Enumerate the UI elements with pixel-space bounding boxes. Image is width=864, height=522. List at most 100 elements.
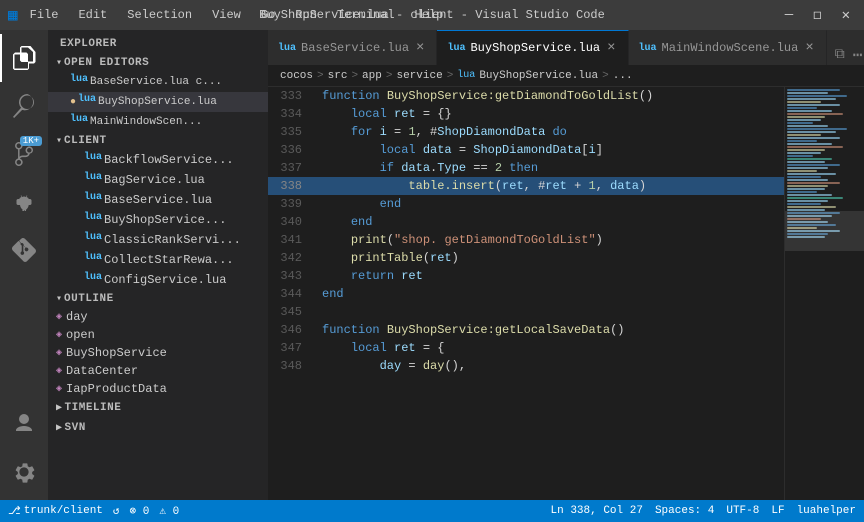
sidebar-item-backflowservice[interactable]: lua BackflowService... [48,150,268,170]
code-line-337: 337 if data.Type == 2 then [268,159,784,177]
outline-arrow-icon: ▾ [56,293,62,305]
line-number-337: 337 [268,159,318,177]
svn-title: SVN [65,422,86,434]
spaces-info: Spaces: 4 [655,505,714,517]
sidebar-item-bagservice[interactable]: lua BagService.lua [48,170,268,190]
menu-edit[interactable]: Edit [74,6,111,24]
language-status[interactable]: luahelper [797,505,856,517]
spaces-status[interactable]: Spaces: 4 [655,505,714,517]
outline-item-day[interactable]: ◈ day [48,308,268,326]
more-actions-button[interactable]: ⋯ [853,45,863,65]
errors-status[interactable]: ⊗ 0 [130,504,150,518]
close-button[interactable]: ✕ [836,5,856,26]
lua-file-icon-7: lua [84,212,100,228]
outline-title: OUTLINE [64,293,114,305]
outline-symbol-icon-5: ◈ [56,383,62,395]
outline-item-buyshopservice[interactable]: ◈ BuyShopService [48,344,268,362]
tab-mainwindow[interactable]: lua MainWindowScene.lua × [629,30,827,65]
tab-baseservice-icon: lua [278,43,296,54]
extensions-activity-icon[interactable] [0,226,48,274]
tab-mainwindow-close-button[interactable]: × [803,40,815,56]
tab-baseservice[interactable]: lua BaseService.lua × [268,30,437,65]
outline-item-datacenter[interactable]: ◈ DataCenter [48,362,268,380]
code-line-338: 338 table.insert(ret, #ret + 1, data) [268,177,784,195]
sidebar-item-baseservice[interactable]: lua BaseService.lua [48,190,268,210]
outline-item-open[interactable]: ◈ open [48,326,268,344]
menu-view[interactable]: View [208,6,245,24]
branch-status[interactable]: ⎇ trunk/client [8,504,103,518]
sidebar-item-collectstarreward[interactable]: lua CollectStarRewa... [48,250,268,270]
tab-buyshopservice[interactable]: lua BuyShopService.lua × [437,30,628,65]
breadcrumb-ellipsis[interactable]: ... [613,70,633,82]
position-status[interactable]: Ln 338, Col 27 [551,505,643,517]
status-bar-left: ⎇ trunk/client ↺ ⊗ 0 ⚠ 0 [8,504,179,518]
breadcrumb-cocos[interactable]: cocos [280,70,313,82]
lua-file-icon-8: lua [84,232,100,248]
classicrankservice-label: ClassicRankServi... [104,233,241,247]
line-number-342: 342 [268,249,318,267]
open-editor-mainwindow[interactable]: lua MainWindowScen... [48,112,268,132]
open-editors-header[interactable]: ▾ OPEN EDITORS [48,54,268,72]
cursor-position: Ln 338, Col 27 [551,505,643,517]
breadcrumb-app[interactable]: app [362,70,382,82]
tab-buyshopservice-close-button[interactable]: × [605,40,617,56]
sidebar-item-classicrankservice[interactable]: lua ClassicRankServi... [48,230,268,250]
encoding-status[interactable]: UTF-8 [726,505,759,517]
menu-selection[interactable]: Selection [123,6,196,24]
breadcrumb-filename[interactable]: BuyShopService.lua [479,70,598,82]
code-line-344: 344 end [268,285,784,303]
open-editor-buyshopservice[interactable]: ● lua BuyShopService.lua [48,92,268,112]
menu-file[interactable]: File [26,6,63,24]
debug-activity-icon[interactable] [0,178,48,226]
minimap [784,87,864,500]
open-editors-arrow-icon: ▾ [56,57,62,69]
outline-header[interactable]: ▾ OUTLINE [48,290,268,308]
code-line-334: 334 local ret = {} [268,105,784,123]
minimize-button[interactable]: — [779,5,799,26]
explorer-activity-icon[interactable] [0,34,48,82]
line-number-340: 340 [268,213,318,231]
line-content-335: for i = 1, #ShopDiamondData do [318,123,784,141]
source-control-badge: 1K+ [20,136,42,146]
breadcrumb-service[interactable]: service [396,70,442,82]
timeline-header[interactable]: ▶ TIMELINE [48,398,268,418]
line-content-345 [318,303,784,321]
line-content-348: day = day(), [318,357,784,375]
breadcrumb-src[interactable]: src [328,70,348,82]
line-number-338: 338 [268,177,318,195]
maximize-button[interactable]: ◻ [807,5,827,26]
client-section-header[interactable]: ▾ CLIENT [48,132,268,150]
git-branch-icon: ⎇ [8,504,21,518]
status-bar: ⎇ trunk/client ↺ ⊗ 0 ⚠ 0 Ln 338, Col 27 … [0,500,864,522]
outline-item-iapproductdata[interactable]: ◈ IapProductData [48,380,268,398]
open-editor-baseservice[interactable]: lua BaseService.lua c... [48,72,268,92]
language-info: luahelper [797,505,856,517]
branch-name: trunk/client [24,505,103,517]
outline-buyshopservice-label: BuyShopService [66,346,167,360]
settings-activity-icon[interactable] [0,448,48,496]
outline-iapproductdata-label: IapProductData [66,382,167,396]
sync-status[interactable]: ↺ [113,504,120,518]
code-editor[interactable]: 333 function BuyShopService:getDiamondTo… [268,87,784,500]
line-content-338: table.insert(ret, #ret + 1, data) [318,177,784,195]
line-ending-status[interactable]: LF [771,505,784,517]
outline-open-label: open [66,328,95,342]
configservice-label: ConfigService.lua [104,273,226,287]
line-content-333: function BuyShopService:getDiamondToGold… [318,87,784,105]
account-activity-icon[interactable] [0,400,48,448]
breadcrumb-sep-5: > [602,70,609,82]
code-line-342: 342 printTable(ret) [268,249,784,267]
sidebar-item-buyshopservice[interactable]: lua BuyShopService... [48,210,268,230]
search-activity-icon[interactable] [0,82,48,130]
line-number-333: 333 [268,87,318,105]
code-line-346: 346 function BuyShopService:getLocalSave… [268,321,784,339]
editor-area: 333 function BuyShopService:getDiamondTo… [268,87,864,500]
tab-baseservice-close-button[interactable]: × [414,40,426,56]
split-editor-button[interactable]: ⧉ [835,47,845,63]
source-control-activity-icon[interactable]: 1K+ [0,130,48,178]
warnings-status[interactable]: ⚠ 0 [159,504,179,518]
sidebar-item-configservice[interactable]: lua ConfigService.lua [48,270,268,290]
line-content-347: local ret = { [318,339,784,357]
buyshopservice-label: BuyShopService... [104,213,226,227]
svn-header[interactable]: ▶ SVN [48,418,268,438]
